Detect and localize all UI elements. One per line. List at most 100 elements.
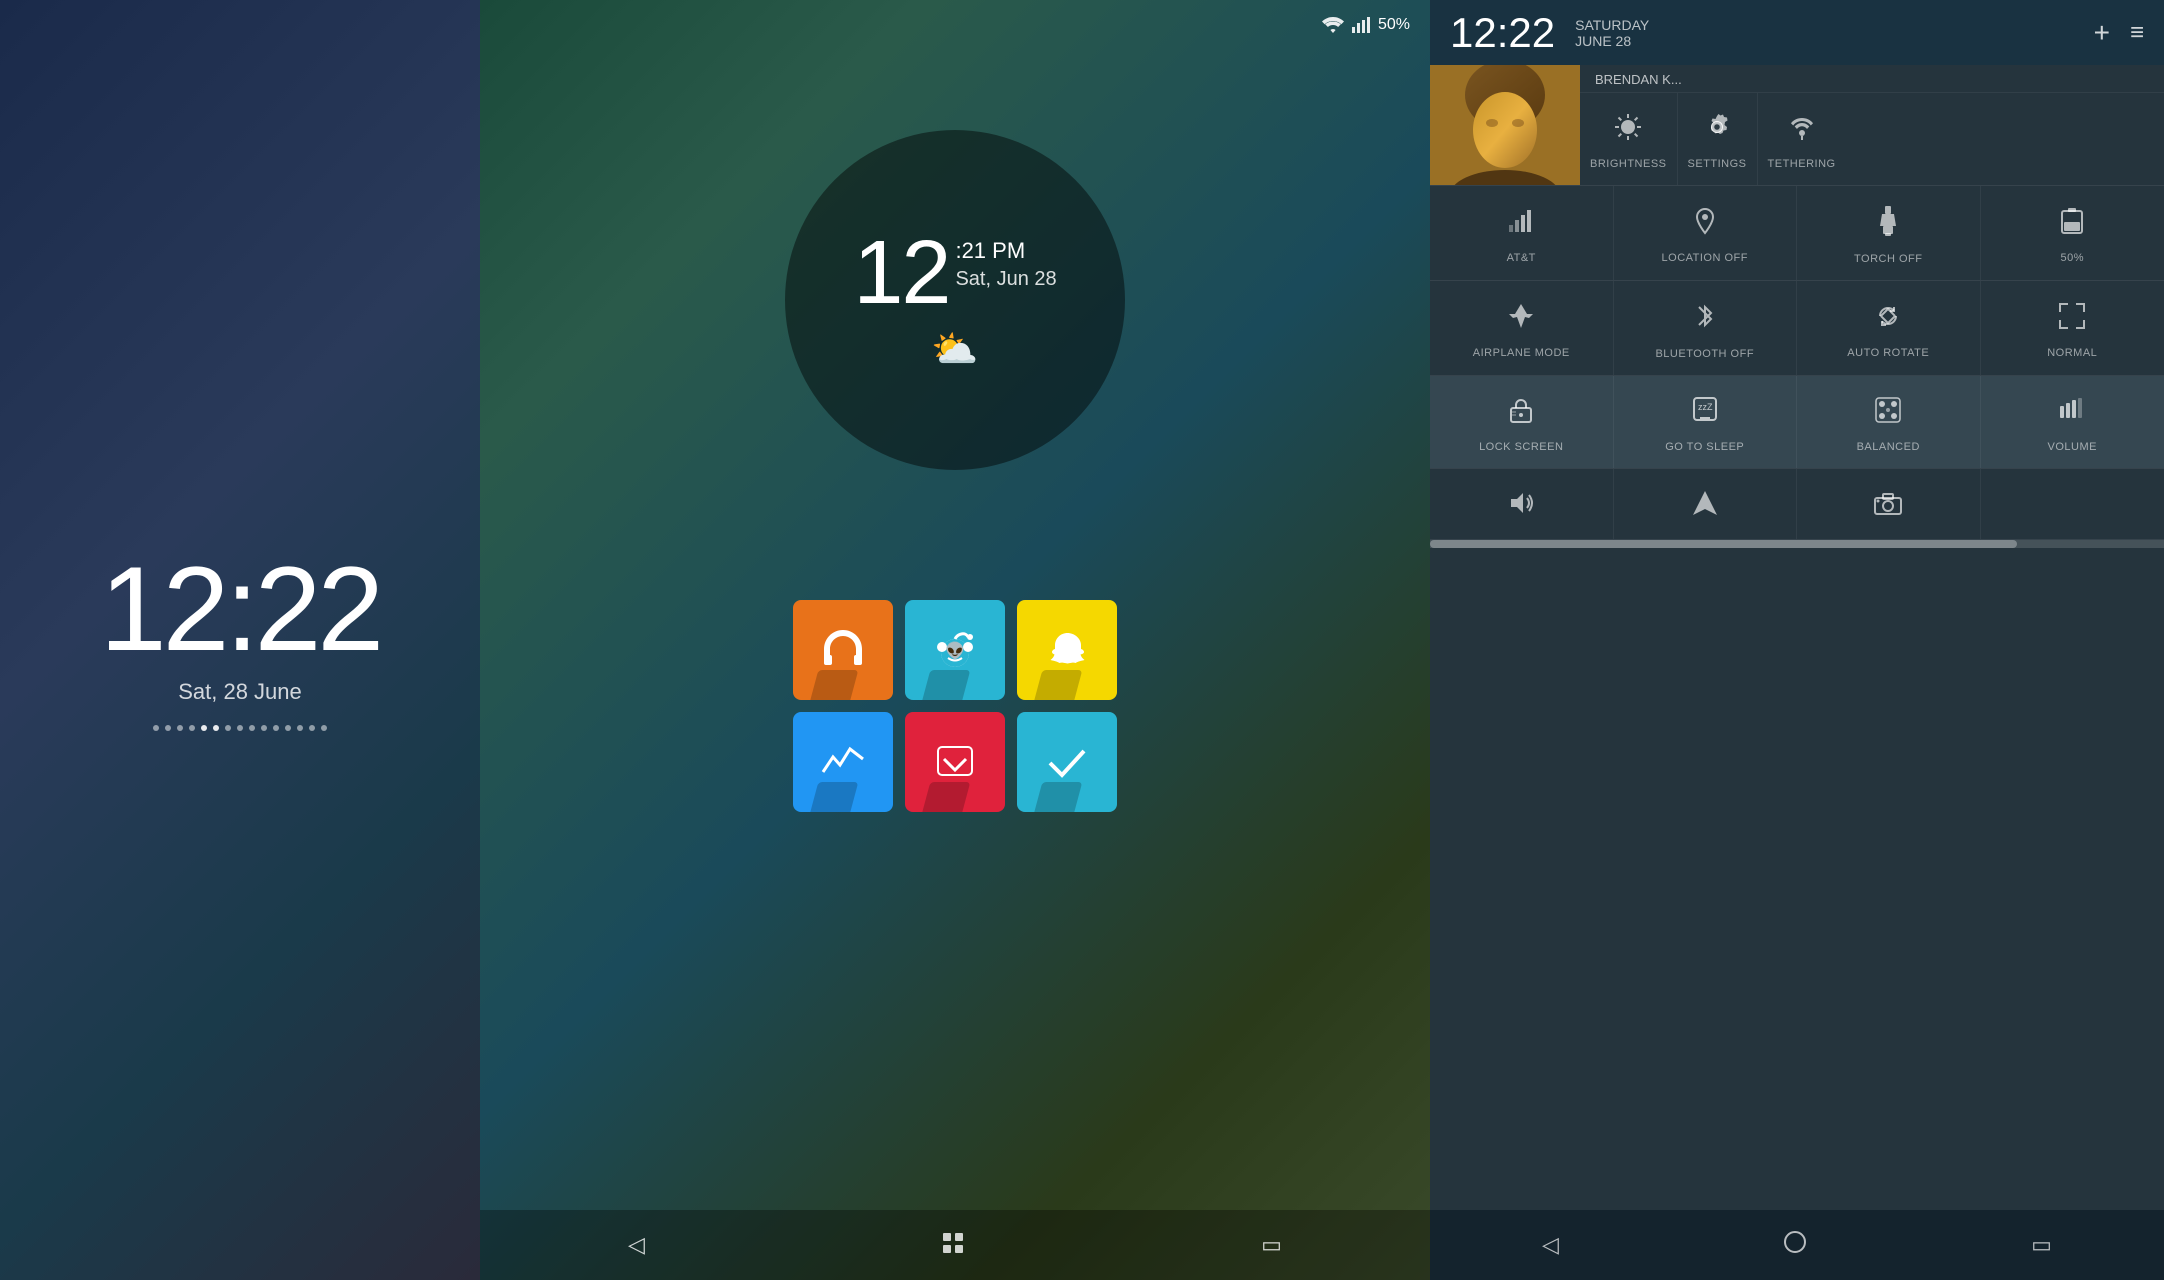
dot-12 bbox=[285, 725, 291, 731]
qs-torch[interactable]: TORCH OFF bbox=[1797, 186, 1981, 280]
rotate-icon bbox=[1874, 302, 1902, 337]
dot-9 bbox=[249, 725, 255, 731]
app-icon-snapchat[interactable] bbox=[1017, 600, 1117, 700]
dot-11 bbox=[273, 725, 279, 731]
qs-att[interactable]: AT&T bbox=[1430, 186, 1614, 280]
dot-10 bbox=[261, 725, 267, 731]
notification-date-block: SATURDAY JUNE 28 bbox=[1575, 17, 2074, 49]
finance-icon bbox=[818, 737, 868, 787]
qs-sleep-label: GO TO SLEEP bbox=[1665, 441, 1744, 453]
home-back-button[interactable]: ◁ bbox=[628, 1232, 645, 1258]
qs-brightness-label: BRIGHTNESS bbox=[1590, 158, 1667, 170]
qs-autorotate[interactable]: AUTO ROTATE bbox=[1797, 281, 1981, 375]
scroll-indicator bbox=[1430, 540, 2164, 548]
notification-add-button[interactable]: + bbox=[2094, 17, 2110, 49]
svg-text:👽: 👽 bbox=[945, 641, 965, 660]
dot-7 bbox=[225, 725, 231, 731]
signal-bars-icon bbox=[1507, 207, 1535, 242]
qs-camera[interactable] bbox=[1797, 469, 1981, 539]
app-icon-check[interactable] bbox=[1017, 712, 1117, 812]
location-icon bbox=[1693, 207, 1717, 242]
qs-bluetooth-label: BLUETOOTH OFF bbox=[1655, 348, 1754, 360]
notification-header: 12:22 SATURDAY JUNE 28 + ≡ bbox=[1430, 0, 2164, 65]
lock-screen-icon bbox=[1509, 396, 1533, 431]
qs-row-2: AT&T LOCATION OFF TORCH OFF bbox=[1430, 186, 2164, 281]
notif-home-button[interactable] bbox=[1783, 1230, 1807, 1260]
qs-brightness[interactable]: BRIGHTNESS bbox=[1580, 93, 1678, 185]
app-icon-pocket[interactable] bbox=[905, 712, 1005, 812]
qs-location[interactable]: LOCATION OFF bbox=[1614, 186, 1798, 280]
qs-balanced-label: BALANCED bbox=[1857, 441, 1920, 453]
signal-status-icon bbox=[1352, 17, 1370, 33]
home-screen: 50% 12 :21 PM Sat, Jun 28 ⛅ bbox=[480, 0, 1430, 1280]
bluetooth-icon bbox=[1695, 301, 1715, 338]
brightness-icon bbox=[1614, 113, 1642, 148]
qs-settings[interactable]: SETTINGS bbox=[1678, 93, 1758, 185]
home-nav-bar: ◁ ▭ bbox=[480, 1210, 1430, 1280]
battery-percentage: 50% bbox=[1378, 16, 1410, 34]
scroll-thumb bbox=[1430, 540, 2017, 548]
notif-back-button[interactable]: ◁ bbox=[1542, 1232, 1559, 1258]
app-icon-finance[interactable] bbox=[793, 712, 893, 812]
tethering-icon bbox=[1788, 113, 1816, 148]
widget-ampm: :21 PM bbox=[955, 238, 1056, 264]
snapchat-icon bbox=[1040, 623, 1095, 678]
qs-nav[interactable] bbox=[1614, 469, 1798, 539]
clock-widget-time: 12 :21 PM Sat, Jun 28 bbox=[853, 228, 1056, 318]
dot-6 bbox=[213, 725, 219, 731]
qs-battery-label: 50% bbox=[2060, 252, 2084, 264]
qs-battery[interactable]: 50% bbox=[1981, 186, 2164, 280]
notification-panel: 12:22 SATURDAY JUNE 28 + ≡ bbox=[1430, 0, 2164, 1280]
quick-settings-profile-area: BRENDAN K... bbox=[1580, 65, 2164, 185]
speaker-icon bbox=[1507, 489, 1535, 524]
qs-normal-label: NORMAL bbox=[2047, 347, 2097, 359]
lock-screen-dots bbox=[153, 725, 327, 731]
qs-lockscreen-label: LOCK SCREEN bbox=[1479, 441, 1563, 453]
dot-13 bbox=[297, 725, 303, 731]
qs-sleep[interactable]: zzZ GO TO SLEEP bbox=[1614, 376, 1798, 468]
qs-settings-label: SETTINGS bbox=[1688, 158, 1747, 170]
dot-14 bbox=[309, 725, 315, 731]
reddit-icon: 👽 bbox=[928, 623, 983, 678]
profile-photo[interactable] bbox=[1430, 65, 1580, 185]
dot-2 bbox=[165, 725, 171, 731]
qs-volume-label: VOLUME bbox=[2048, 441, 2097, 453]
qs-airplane-label: AIRPLANE MODE bbox=[1473, 347, 1570, 359]
clock-widget: 12 :21 PM Sat, Jun 28 ⛅ bbox=[785, 130, 1125, 470]
wifi-status-icon bbox=[1322, 17, 1344, 33]
lock-screen: 12:22 Sat, 28 June bbox=[0, 0, 480, 1280]
balanced-icon bbox=[1874, 396, 1902, 431]
app-icon-reddit[interactable]: 👽 bbox=[905, 600, 1005, 700]
qs-bluetooth[interactable]: BLUETOOTH OFF bbox=[1614, 281, 1798, 375]
dot-5 bbox=[201, 725, 207, 731]
qs-row-5-partial bbox=[1430, 469, 2164, 540]
profile-name: BRENDAN K... bbox=[1595, 72, 1682, 87]
qs-row-3: AIRPLANE MODE BLUETOOTH OFF bbox=[1430, 281, 2164, 376]
qs-lockscreen[interactable]: LOCK SCREEN bbox=[1430, 376, 1614, 468]
battery-half-icon bbox=[2061, 207, 2083, 242]
qs-airplane[interactable]: AIRPLANE MODE bbox=[1430, 281, 1614, 375]
qs-speaker[interactable] bbox=[1430, 469, 1614, 539]
notification-day: SATURDAY bbox=[1575, 17, 2074, 33]
camera-icon bbox=[1873, 491, 1903, 523]
widget-hour: 12 bbox=[853, 228, 949, 318]
widget-time-detail: :21 PM Sat, Jun 28 bbox=[955, 228, 1056, 291]
expand-icon bbox=[2058, 302, 2086, 337]
qs-volume[interactable]: VOLUME bbox=[1981, 376, 2164, 468]
notification-nav-bar: ◁ ▭ bbox=[1430, 1210, 2164, 1280]
profile-photo-svg bbox=[1430, 65, 1580, 185]
headphones-icon bbox=[818, 625, 868, 675]
sleep-icon: zzZ bbox=[1692, 396, 1718, 431]
notification-menu-button[interactable]: ≡ bbox=[2130, 19, 2144, 47]
notif-recent-button[interactable]: ▭ bbox=[2031, 1232, 2052, 1258]
qs-tethering[interactable]: TETHERING bbox=[1758, 93, 1846, 185]
app-icon-podcast[interactable] bbox=[793, 600, 893, 700]
home-home-button[interactable] bbox=[941, 1231, 965, 1260]
airplane-icon bbox=[1507, 302, 1535, 337]
qs-balanced[interactable]: BALANCED bbox=[1797, 376, 1981, 468]
checkmark-icon bbox=[1042, 737, 1092, 787]
home-recent-button[interactable]: ▭ bbox=[1261, 1232, 1282, 1258]
notification-time: 12:22 bbox=[1450, 9, 1555, 57]
widget-date: Sat, Jun 28 bbox=[955, 268, 1056, 291]
qs-normal[interactable]: NORMAL bbox=[1981, 281, 2164, 375]
